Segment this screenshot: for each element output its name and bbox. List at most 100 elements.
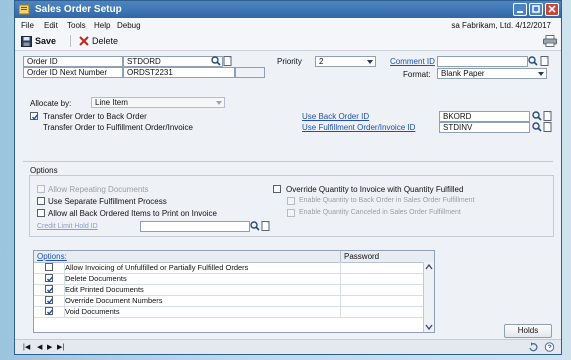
- delete-icon: [79, 36, 89, 46]
- row-check-cell: [34, 295, 65, 306]
- row-label: Delete Documents: [65, 274, 127, 283]
- order-id-next-field[interactable]: ORDST2231: [123, 67, 235, 78]
- row-check-cell: [34, 262, 65, 273]
- menu-file[interactable]: File: [21, 21, 34, 30]
- row-checkbox[interactable]: [45, 307, 54, 315]
- note-icon[interactable]: [543, 111, 553, 121]
- sales-order-setup-window: Sales Order Setup File Edit Tools Help D…: [14, 0, 562, 355]
- toolbar: Save Delete: [15, 32, 561, 51]
- row-check-cell: [34, 284, 65, 295]
- row-checkbox[interactable]: [45, 263, 53, 271]
- allow-back-ordered-label: Allow all Back Ordered Items to Print on…: [48, 209, 217, 218]
- use-back-order-id-link[interactable]: Use Back Order ID: [302, 112, 369, 121]
- window-title: Sales Order Setup: [35, 4, 122, 15]
- lookup-icon[interactable]: [250, 221, 260, 231]
- back-order-id-field[interactable]: BKORD: [439, 111, 530, 122]
- use-separate-fulfillment-label: Use Separate Fulfillment Process: [48, 197, 167, 206]
- check-icon: [31, 114, 39, 120]
- fulfillment-id-field[interactable]: STDINV: [439, 122, 530, 133]
- first-record-button[interactable]: |◀: [23, 343, 30, 351]
- menu-debug[interactable]: Debug: [117, 21, 141, 30]
- priority-value: 2: [319, 57, 324, 66]
- printer-icon[interactable]: [543, 35, 557, 47]
- table-row[interactable]: Void Documents: [34, 306, 424, 318]
- grid-scrollbar[interactable]: [423, 262, 434, 332]
- menu-tools[interactable]: Tools: [67, 21, 86, 30]
- override-quantity-checkbox[interactable]: [273, 185, 281, 193]
- close-button[interactable]: [545, 3, 559, 16]
- chevron-up-icon[interactable]: [425, 264, 433, 270]
- format-select[interactable]: Blank Paper: [437, 68, 547, 79]
- order-id-next-label: Order ID Next Number: [23, 67, 123, 78]
- enable-qty-canceled-checkbox[interactable]: [287, 209, 295, 217]
- check-icon: [46, 287, 54, 293]
- allow-repeating-checkbox[interactable]: [37, 185, 45, 193]
- format-value: Blank Paper: [441, 69, 485, 78]
- enable-back-order-qty-checkbox[interactable]: [287, 197, 295, 205]
- grid-password-header: Password: [344, 252, 380, 261]
- order-id-field[interactable]: STDORD: [123, 56, 223, 67]
- row-checkbox[interactable]: [45, 296, 54, 304]
- comment-id-field[interactable]: [437, 56, 528, 67]
- delete-label: Delete: [92, 36, 119, 46]
- help-icon[interactable]: [544, 342, 555, 352]
- options-group-label: Options: [30, 166, 58, 175]
- next-record-button[interactable]: ▶: [47, 343, 52, 351]
- use-fulfillment-id-link[interactable]: Use Fulfillment Order/Invoice ID: [302, 123, 415, 132]
- maximize-button[interactable]: [529, 3, 543, 16]
- refresh-icon[interactable]: [528, 342, 539, 352]
- holds-button[interactable]: Holds: [504, 324, 552, 338]
- minimize-icon: [517, 11, 523, 13]
- lookup-icon[interactable]: [211, 56, 221, 66]
- priority-select[interactable]: 2: [315, 56, 376, 67]
- credit-limit-hold-link[interactable]: Credit Limit Hold ID: [37, 223, 98, 230]
- allocate-by-label: Allocate by:: [30, 99, 72, 108]
- allocate-by-select[interactable]: Line Item: [91, 97, 225, 108]
- company-date-label: sa Fabrikam, Ltd. 4/12/2017: [451, 21, 551, 30]
- app-icon: [19, 4, 30, 15]
- comment-id-link[interactable]: Comment ID: [390, 57, 435, 66]
- row-divider: [340, 306, 341, 317]
- menu-edit[interactable]: Edit: [44, 21, 58, 30]
- lookup-icon[interactable]: [528, 56, 538, 66]
- lookup-icon[interactable]: [532, 111, 542, 121]
- row-label: Override Document Numbers: [65, 296, 163, 305]
- transfer-back-order-label: Transfer Order to Back Order: [43, 112, 147, 121]
- row-checkbox[interactable]: [45, 274, 54, 282]
- row-divider: [340, 273, 341, 284]
- options-password-grid: Options: Password Allow Invoicing of Unf…: [33, 250, 435, 333]
- chevron-down-icon[interactable]: [425, 324, 433, 330]
- row-check-cell: [34, 273, 65, 284]
- note-icon[interactable]: [223, 56, 233, 66]
- delete-button[interactable]: Delete: [79, 34, 118, 48]
- lookup-icon[interactable]: [532, 122, 542, 132]
- check-icon: [46, 276, 54, 282]
- chevron-down-icon: [538, 72, 544, 76]
- grid-options-header[interactable]: Options:: [37, 252, 67, 261]
- note-icon[interactable]: [543, 122, 553, 132]
- toolbar-separator: [70, 35, 71, 47]
- credit-limit-hold-field[interactable]: [140, 221, 250, 232]
- chevron-down-icon: [216, 101, 222, 105]
- note-icon[interactable]: [261, 221, 271, 231]
- last-record-button[interactable]: ▶|: [57, 343, 64, 351]
- save-button[interactable]: Save: [21, 34, 56, 48]
- transfer-back-order-checkbox[interactable]: [30, 112, 39, 120]
- note-icon[interactable]: [540, 56, 550, 66]
- minimize-button[interactable]: [513, 3, 527, 16]
- previous-record-button[interactable]: ◀: [37, 343, 42, 351]
- menu-bar: File Edit Tools Help Debug sa Fabrikam, …: [15, 18, 561, 33]
- enable-qty-canceled-label: Enable Quantity Canceled in Sales Order …: [299, 209, 461, 216]
- enable-back-order-qty-label: Enable Quantity to Back Order in Sales O…: [299, 197, 475, 204]
- allow-back-ordered-checkbox[interactable]: [37, 209, 45, 217]
- override-quantity-label: Override Quantity to Invoice with Quanti…: [286, 185, 464, 194]
- row-divider: [340, 295, 341, 306]
- transfer-fulfillment-label: Transfer Order to Fulfillment Order/Invo…: [43, 123, 193, 132]
- row-divider: [340, 284, 341, 295]
- row-checkbox[interactable]: [45, 285, 54, 293]
- check-icon: [46, 309, 54, 315]
- menu-help[interactable]: Help: [94, 21, 110, 30]
- maximize-icon: [532, 5, 540, 13]
- status-bar: |◀ ◀ ▶ ▶|: [15, 339, 561, 354]
- use-separate-fulfillment-checkbox[interactable]: [37, 197, 45, 205]
